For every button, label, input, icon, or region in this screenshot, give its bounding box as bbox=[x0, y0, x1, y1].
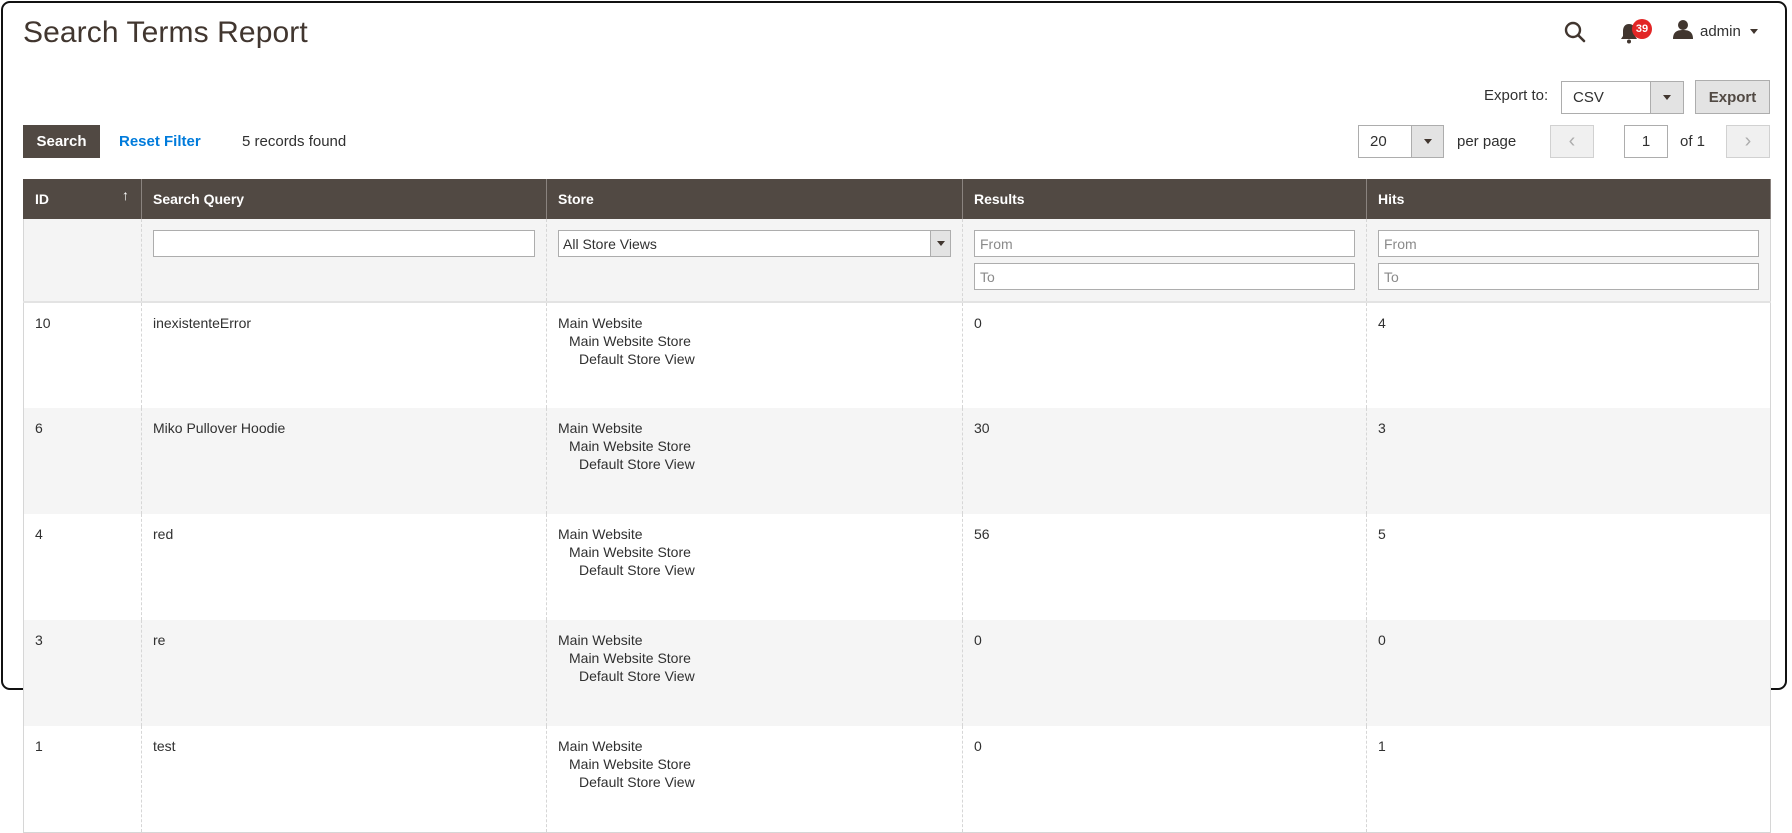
table-row[interactable]: 4 red Main Website Main Website Store Defa… bbox=[23, 514, 1771, 620]
hits-to-input[interactable] bbox=[1378, 263, 1759, 290]
column-header-hits[interactable]: Hits bbox=[1366, 179, 1771, 219]
table-row[interactable]: 6 Miko Pullover Hoodie Main Website Main … bbox=[23, 408, 1771, 514]
cell-search-query: inexistenteError bbox=[141, 302, 547, 408]
cell-results: 0 bbox=[962, 302, 1367, 408]
page-title: Search Terms Report bbox=[23, 16, 308, 49]
store-view: Default Store View bbox=[579, 668, 695, 684]
cell-store: Main Website Main Website Store Default St… bbox=[546, 302, 963, 408]
store-website: Main Website bbox=[558, 632, 643, 648]
hits-from-input[interactable] bbox=[1378, 230, 1759, 257]
user-name: admin bbox=[1700, 23, 1741, 40]
table-row[interactable]: 10 inexistenteError Main Website Main Web… bbox=[23, 302, 1771, 408]
filter-id-cell bbox=[23, 219, 142, 303]
cell-search-query: Miko Pullover Hoodie bbox=[141, 408, 547, 514]
store-group: Main Website Store bbox=[569, 438, 691, 454]
cell-hits: 3 bbox=[1366, 408, 1771, 514]
store-group: Main Website Store bbox=[569, 650, 691, 666]
grid-header-row: ID ↑ Search Query Store Results Hits bbox=[23, 179, 1771, 219]
export-format-value: CSV bbox=[1573, 89, 1604, 106]
filter-row: All Store Views bbox=[23, 219, 1771, 303]
export-label: Export to: bbox=[1484, 87, 1549, 104]
store-filter-select[interactable]: All Store Views bbox=[558, 230, 951, 257]
cell-id: 1 bbox=[23, 726, 142, 833]
filter-search-query-cell bbox=[141, 219, 547, 303]
store-view: Default Store View bbox=[579, 456, 695, 472]
results-from-input[interactable] bbox=[974, 230, 1355, 257]
column-header-store[interactable]: Store bbox=[546, 179, 963, 219]
export-button[interactable]: Export bbox=[1695, 80, 1770, 114]
table-row[interactable]: 3 re Main Website Main Website Store Defau… bbox=[23, 620, 1771, 726]
dropdown-arrow-icon bbox=[1411, 126, 1443, 157]
search-button[interactable]: Search bbox=[23, 125, 100, 158]
current-page-input[interactable] bbox=[1624, 125, 1668, 158]
table-row[interactable]: 1 test Main Website Main Website Store Def… bbox=[23, 726, 1771, 833]
cell-results: 30 bbox=[962, 408, 1367, 514]
cell-hits: 5 bbox=[1366, 514, 1771, 620]
previous-page-button[interactable]: ‹ bbox=[1550, 125, 1594, 158]
cell-results: 0 bbox=[962, 726, 1367, 833]
store-website: Main Website bbox=[558, 526, 643, 542]
cell-store: Main Website Main Website Store Default St… bbox=[546, 514, 963, 620]
cell-search-query: red bbox=[141, 514, 547, 620]
store-view: Default Store View bbox=[579, 774, 695, 790]
chevron-right-icon: › bbox=[1744, 130, 1752, 152]
export-format-select[interactable]: CSV bbox=[1561, 81, 1684, 114]
cell-hits: 1 bbox=[1366, 726, 1771, 833]
store-filter-value: All Store Views bbox=[563, 235, 657, 252]
cell-id: 3 bbox=[23, 620, 142, 726]
cell-search-query: re bbox=[141, 620, 547, 726]
next-page-button[interactable]: › bbox=[1726, 125, 1770, 158]
reset-filter-link[interactable]: Reset Filter bbox=[119, 133, 201, 150]
page-total: of 1 bbox=[1680, 133, 1706, 150]
per-page-select[interactable]: 20 bbox=[1358, 125, 1444, 158]
per-page-value: 20 bbox=[1370, 133, 1387, 150]
filter-hits-cell bbox=[1366, 219, 1771, 303]
cell-hits: 4 bbox=[1366, 302, 1771, 408]
cell-results: 0 bbox=[962, 620, 1367, 726]
search-terms-grid: ID ↑ Search Query Store Results Hits All … bbox=[23, 179, 1771, 833]
search-icon[interactable] bbox=[1563, 20, 1587, 44]
cell-id: 10 bbox=[23, 302, 142, 408]
dropdown-arrow-icon bbox=[1650, 82, 1683, 113]
store-group: Main Website Store bbox=[569, 756, 691, 772]
cell-search-query: test bbox=[141, 726, 547, 833]
store-website: Main Website bbox=[558, 315, 643, 331]
filter-results-cell bbox=[962, 219, 1367, 303]
chevron-down-icon bbox=[1749, 29, 1758, 34]
user-menu[interactable]: admin bbox=[1673, 19, 1758, 44]
search-query-filter-input[interactable] bbox=[153, 230, 535, 257]
filter-store-cell: All Store Views bbox=[546, 219, 963, 303]
store-website: Main Website bbox=[558, 738, 643, 754]
cell-id: 6 bbox=[23, 408, 142, 514]
notification-badge[interactable]: 39 bbox=[1632, 19, 1652, 39]
column-header-results[interactable]: Results bbox=[962, 179, 1367, 219]
store-group: Main Website Store bbox=[569, 544, 691, 560]
store-group: Main Website Store bbox=[569, 333, 691, 349]
store-view: Default Store View bbox=[579, 351, 695, 367]
cell-id: 4 bbox=[23, 514, 142, 620]
cell-store: Main Website Main Website Store Default St… bbox=[546, 726, 963, 833]
per-page-label: per page bbox=[1457, 133, 1517, 150]
cell-results: 56 bbox=[962, 514, 1367, 620]
cell-store: Main Website Main Website Store Default St… bbox=[546, 620, 963, 726]
cell-hits: 0 bbox=[1366, 620, 1771, 726]
store-website: Main Website bbox=[558, 420, 643, 436]
dropdown-arrow-icon bbox=[930, 231, 950, 256]
user-icon bbox=[1673, 19, 1693, 44]
column-header-search-query[interactable]: Search Query bbox=[141, 179, 547, 219]
column-header-id[interactable]: ID ↑ bbox=[23, 179, 142, 219]
chevron-left-icon: ‹ bbox=[1568, 130, 1576, 152]
sort-ascending-icon: ↑ bbox=[122, 187, 129, 203]
records-found: 5 records found bbox=[242, 133, 347, 150]
store-view: Default Store View bbox=[579, 562, 695, 578]
cell-store: Main Website Main Website Store Default St… bbox=[546, 408, 963, 514]
results-to-input[interactable] bbox=[974, 263, 1355, 290]
